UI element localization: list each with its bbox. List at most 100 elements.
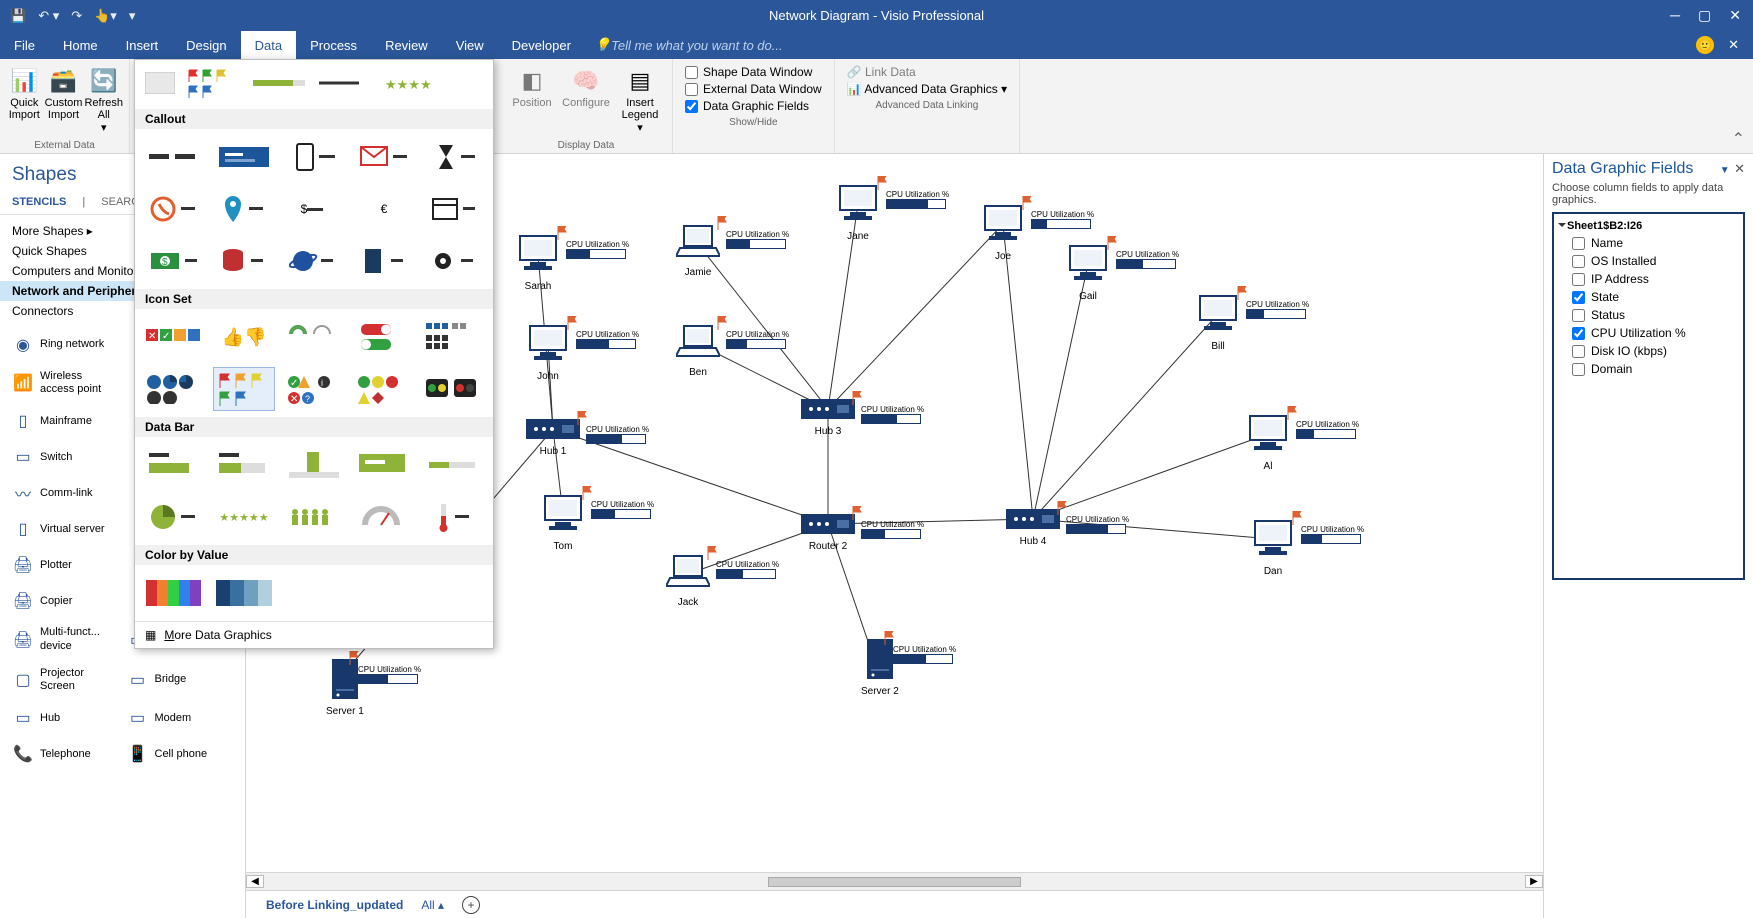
position-button[interactable]: ◧Position xyxy=(506,61,558,109)
dgf-field-status[interactable]: Status xyxy=(1556,306,1741,324)
dg-icon-grid[interactable] xyxy=(423,315,485,359)
dg-bar-2[interactable] xyxy=(213,443,275,487)
node-sarah[interactable]: SarahCPU Utilization % xyxy=(516,234,560,292)
dg-color-rainbow[interactable] xyxy=(143,571,205,615)
menu-process[interactable]: Process xyxy=(296,31,371,59)
dg-callout-phone[interactable] xyxy=(283,135,345,179)
dg-bar-gauge[interactable] xyxy=(353,495,415,539)
dg-bar-people[interactable] xyxy=(283,495,345,539)
dgf-field-state[interactable]: State xyxy=(1556,288,1741,306)
shape-cellphone[interactable]: 📱Cell phone xyxy=(123,738,238,770)
menu-design[interactable]: Design xyxy=(172,31,240,59)
ribbon-close-icon[interactable]: ✕ xyxy=(1728,37,1739,53)
node-al[interactable]: AlCPU Utilization % xyxy=(1246,414,1290,472)
dg-icon-wifi[interactable] xyxy=(283,315,345,359)
shape-multifunction[interactable]: 🖨Multi-funct... device xyxy=(8,621,123,657)
dgf-close-icon[interactable]: ✕ xyxy=(1734,161,1745,176)
dg-callout-gear[interactable] xyxy=(423,239,485,283)
dg-bar-3[interactable] xyxy=(283,443,345,487)
node-bill[interactable]: BillCPU Utilization % xyxy=(1196,294,1240,352)
dg-callout-planet[interactable] xyxy=(283,239,345,283)
dg-line-option[interactable] xyxy=(319,76,373,93)
dg-none-option[interactable] xyxy=(145,72,175,97)
node-gail[interactable]: GailCPU Utilization % xyxy=(1066,244,1110,302)
insert-legend-button[interactable]: ▤Insert Legend▾ xyxy=(614,61,666,134)
save-icon[interactable]: 💾 xyxy=(10,8,26,24)
external-data-window-checkbox[interactable]: External Data Window xyxy=(685,82,822,96)
feedback-icon[interactable]: 🙂 xyxy=(1696,36,1714,54)
shape-data-window-checkbox[interactable]: Shape Data Window xyxy=(685,65,822,79)
shape-virtual-server[interactable]: ▯Virtual server xyxy=(8,513,123,545)
dg-icon-flags[interactable] xyxy=(213,367,275,411)
node-router2[interactable]: Router 2CPU Utilization % xyxy=(801,514,855,552)
dg-callout-calendar[interactable] xyxy=(423,187,485,231)
add-page-button[interactable]: + xyxy=(462,896,480,914)
page-tab-all[interactable]: All ▴ xyxy=(421,898,444,912)
dg-icon-thumbs[interactable]: 👍👎 xyxy=(213,315,275,359)
node-hub3[interactable]: Hub 3CPU Utilization % xyxy=(801,399,855,437)
more-data-graphics-button[interactable]: ▦ More Data Graphics xyxy=(135,621,493,648)
node-server2[interactable]: Server 2CPU Utilization % xyxy=(861,639,899,697)
node-hub4[interactable]: Hub 4CPU Utilization % xyxy=(1006,509,1060,547)
dg-icon-pies[interactable] xyxy=(143,367,205,411)
dg-callout-money[interactable]: $ xyxy=(143,239,205,283)
node-joe[interactable]: JoeCPU Utilization % xyxy=(981,204,1025,262)
dgf-field-cpu[interactable]: CPU Utilization % xyxy=(1556,324,1741,342)
node-jack[interactable]: JackCPU Utilization % xyxy=(666,554,710,608)
dgf-dropdown-icon[interactable]: ▼ xyxy=(1720,165,1730,176)
shape-copier[interactable]: 🖨Copier xyxy=(8,585,123,617)
dg-callout-dollar[interactable]: $ xyxy=(283,187,345,231)
shape-wireless-ap[interactable]: 📶Wireless access point xyxy=(8,365,123,401)
shape-bridge[interactable]: ▭Bridge xyxy=(123,662,238,698)
dg-icon-status[interactable]: ✓i✕? xyxy=(283,367,345,411)
undo-icon[interactable]: ↶ ▾ xyxy=(38,8,59,24)
link-data-button[interactable]: 🔗 Link Data xyxy=(847,65,1007,79)
dg-callout-euro[interactable]: € xyxy=(353,187,415,231)
dg-callout-hourglass[interactable] xyxy=(423,135,485,179)
maximize-button[interactable]: ▢ xyxy=(1698,7,1711,24)
dg-icon-traffic-shapes[interactable] xyxy=(353,367,415,411)
refresh-all-button[interactable]: 🔄Refresh All▾ xyxy=(84,61,123,134)
dg-icon-shields[interactable]: ✕✓ xyxy=(143,315,205,359)
dg-callout-email[interactable] xyxy=(353,135,415,179)
horizontal-scrollbar[interactable]: ◀ ▶ xyxy=(246,872,1543,890)
dgf-field-domain[interactable]: Domain xyxy=(1556,360,1741,378)
shape-ring-network[interactable]: ◉Ring network xyxy=(8,329,123,361)
shape-plotter[interactable]: 🖨Plotter xyxy=(8,549,123,581)
dg-bar-pie[interactable] xyxy=(143,495,205,539)
dg-bar-thermometer[interactable] xyxy=(423,495,485,539)
dgf-field-ip[interactable]: IP Address xyxy=(1556,270,1741,288)
shape-mainframe[interactable]: ▯Mainframe xyxy=(8,405,123,437)
close-button[interactable]: ✕ xyxy=(1729,7,1741,24)
node-dan[interactable]: DanCPU Utilization % xyxy=(1251,519,1295,577)
tell-me-search[interactable]: 💡 Tell me what you want to do... xyxy=(595,31,783,59)
dg-icon-traffic-light[interactable] xyxy=(423,367,485,411)
dgf-field-os[interactable]: OS Installed xyxy=(1556,252,1741,270)
menu-review[interactable]: Review xyxy=(371,31,442,59)
node-jamie[interactable]: JamieCPU Utilization % xyxy=(676,224,720,278)
dgf-sheet-group[interactable]: Sheet1$B2:I26 xyxy=(1556,218,1741,234)
shape-hub[interactable]: ▭Hub xyxy=(8,702,123,734)
minimize-button[interactable]: ─ xyxy=(1670,7,1680,24)
dgf-field-disk[interactable]: Disk IO (kbps) xyxy=(1556,342,1741,360)
dg-bar-stars[interactable]: ★★★★★ xyxy=(213,495,275,539)
node-tom[interactable]: TomCPU Utilization % xyxy=(541,494,585,552)
data-graphic-fields-checkbox[interactable]: Data Graphic Fields xyxy=(685,99,822,113)
dg-bar-option[interactable] xyxy=(253,76,307,93)
menu-data[interactable]: Data xyxy=(241,31,296,59)
dg-bar-4[interactable] xyxy=(353,443,415,487)
qat-customize-icon[interactable]: ▾ xyxy=(129,8,136,24)
scroll-right-button[interactable]: ▶ xyxy=(1525,875,1543,888)
dg-callout-server[interactable] xyxy=(353,239,415,283)
shape-telephone[interactable]: 📞Telephone xyxy=(8,738,123,770)
dg-callout-phone2[interactable] xyxy=(143,187,205,231)
menu-developer[interactable]: Developer xyxy=(498,31,585,59)
advanced-data-graphics-button[interactable]: 📊 Advanced Data Graphics ▾ xyxy=(847,82,1007,96)
dg-bar-1[interactable] xyxy=(143,443,205,487)
dg-color-blues[interactable] xyxy=(213,571,275,615)
shape-modem[interactable]: ▭Modem xyxy=(123,702,238,734)
node-hub1[interactable]: Hub 1CPU Utilization % xyxy=(526,419,580,457)
node-john[interactable]: JohnCPU Utilization % xyxy=(526,324,570,382)
dg-flags-option[interactable] xyxy=(187,68,241,101)
shape-projector-screen[interactable]: ▢Projector Screen xyxy=(8,662,123,698)
